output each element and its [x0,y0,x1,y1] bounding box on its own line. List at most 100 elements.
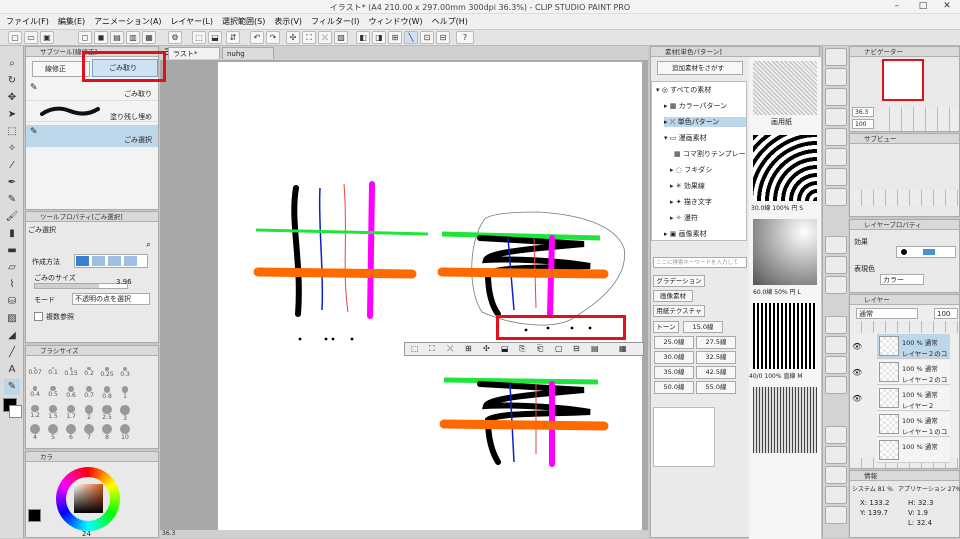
brush-size-cell[interactable]: 1.2 [26,405,44,419]
line-tool-icon[interactable]: ╱ [4,345,20,361]
eyedropper-icon[interactable]: ⁄ [4,158,20,174]
help-icon[interactable]: ? [456,31,474,44]
dock-material-icon[interactable] [825,168,847,186]
brush-size-cell[interactable]: 2 [80,405,98,421]
undo-icon[interactable]: ↶ [250,31,264,44]
dock-timeline-icon[interactable] [825,316,847,334]
navigator-zoom-field[interactable]: 36.3 [852,107,874,117]
tag-15-line[interactable]: 15.0線 [683,321,723,333]
mode-selector[interactable] [74,254,148,268]
brush-size-cell[interactable]: 0.5 [44,386,62,398]
open-icon[interactable]: ▭ [24,31,38,44]
multi-ref-checkbox[interactable] [34,312,43,321]
fill-tool-icon[interactable]: ⛁ [4,294,20,310]
canvas-area[interactable]: ⬚ ⛶ ⤫ ⊞ ✣ ⬓ ⎘ ⎗ ▢ ⊟ ▤ ▦ [160,60,648,530]
menu-filter[interactable]: フィルター(I) [311,16,359,27]
maximize-button[interactable]: □ [910,0,936,14]
saturation-box[interactable] [74,484,103,513]
eraser-tool-icon[interactable]: ▱ [4,260,20,276]
color-icon[interactable]: ▦ [142,31,156,44]
canvas-page[interactable] [218,62,642,530]
gradient-tool-icon[interactable]: ▨ [4,311,20,327]
dock-history-icon[interactable] [825,148,847,166]
dock-extra-icon[interactable] [825,466,847,484]
thumbnail-dot-tone[interactable] [753,219,817,285]
menu-file[interactable]: ファイル(F) [6,16,49,27]
line-tag-button[interactable]: 42.5線 [696,366,736,379]
launcher-crop-icon[interactable]: ⛶ [429,344,435,354]
line-tag-button[interactable]: 25.0線 [654,336,694,349]
tag-image[interactable]: 画像素材 [653,290,693,302]
dock-extra-icon[interactable] [825,446,847,464]
brush-size-cell[interactable]: 0.8 [98,386,116,400]
transform-icon[interactable]: ⬚ [192,31,206,44]
pencil-tool-icon[interactable]: ✎ [4,192,20,208]
tab-nuhg[interactable]: nuhg [222,47,274,59]
mask-icon[interactable]: ◧ [356,31,370,44]
brush-size-cell[interactable]: 0.15 [62,367,80,377]
list-item-selected[interactable]: ✎ ごみ選択 [26,125,158,147]
dock-extra-icon[interactable] [825,486,847,504]
tree-item-manga[interactable]: ▾ ▭ 漫画素材 [664,133,707,143]
brush-size-cell[interactable]: 0.1 [44,367,62,376]
rotate-tool-icon[interactable]: ↻ [4,73,20,89]
thumbnail-line-tone[interactable] [753,303,817,369]
line-tag-button[interactable]: 35.0線 [654,366,694,379]
launcher-paste-icon[interactable]: ⎗ [537,344,543,354]
selection-mode-dropdown[interactable]: 不透明の点を選択 [72,293,150,305]
dock-brush-icon[interactable] [825,108,847,126]
dock-animation-icon[interactable] [825,256,847,274]
tree-item-effect-line[interactable]: ▸ ✳ 効果線 [670,181,705,191]
brush-size-cell[interactable]: 8 [98,424,116,441]
move-tool-icon[interactable]: ✥ [4,90,20,106]
brush-size-cell[interactable]: 0.7 [80,386,98,399]
correct-line-tool-icon[interactable]: ✎ [4,379,20,395]
brush-size-cell[interactable]: 0.2 [80,367,98,377]
layer-row[interactable]: 100 % 通常 レイヤー２ [877,386,950,411]
mode-option-icon[interactable] [108,256,121,266]
magic-wand-icon[interactable]: ✧ [4,141,20,157]
tag-paper-texture[interactable]: 用紙テクスチャ [653,305,705,317]
menu-help[interactable]: ヘルプ(H) [432,16,468,27]
list-item[interactable]: ✎ ごみ取り [26,81,158,101]
brush-size-cell[interactable]: 2.5 [98,405,116,421]
add-material-button[interactable]: 追加素材をさがす [657,61,743,75]
size-slider[interactable] [34,283,128,289]
launcher-clear-icon[interactable]: ▢ [555,344,563,353]
sub-color-swatch[interactable] [9,405,22,418]
new-icon[interactable]: ▢ [8,31,22,44]
dock-navigator-icon[interactable] [825,48,847,66]
layer-row[interactable]: 100 % 通常レイヤー２のコピー [877,360,950,394]
launcher-transform-icon[interactable]: ✣ [483,344,490,353]
flip-icon[interactable]: ⇵ [226,31,240,44]
main-color-swatch[interactable] [28,509,41,522]
opacity-field[interactable]: 100 [934,308,958,319]
launcher-scale-icon[interactable]: ⬓ [501,344,509,353]
layer-row[interactable]: 100 % 通常レイヤー２のコピー２ [877,334,950,368]
brush-size-cell[interactable]: 0.07 [26,367,44,376]
dock-subview-icon[interactable] [825,68,847,86]
launcher-settings-icon[interactable]: ▦ [619,344,627,353]
launcher-invert-icon[interactable]: ⤫ [447,344,453,354]
dock-extra-icon[interactable] [825,506,847,524]
text-tool-icon[interactable]: A [4,362,20,378]
launcher-deselect-icon[interactable]: ⬚ [411,344,419,353]
brush-size-cell[interactable]: 7 [80,424,98,441]
menu-layer[interactable]: レイヤー(L) [171,16,213,27]
clear-outside-icon[interactable]: ◼ [94,31,108,44]
menu-animation[interactable]: アニメーション(A) [94,16,161,27]
select-all-icon[interactable]: ✣ [286,31,300,44]
mode-option-icon[interactable] [76,256,89,266]
tag-tone[interactable]: トーン [653,321,679,333]
line-tag-button[interactable]: 50.0線 [654,381,694,394]
menu-edit[interactable]: 編集(E) [58,16,85,27]
thumbnail-concentric[interactable] [753,135,817,201]
tree-item-sound-text[interactable]: ▸ ✦ 描き文字 [670,197,712,207]
line-tag-button[interactable]: 30.0線 [654,351,694,364]
dock-quick-access-icon[interactable] [825,376,847,394]
layer-option-icons[interactable] [850,321,959,333]
tab-illust[interactable]: ラスト* [168,47,220,59]
dock-layer-icon[interactable] [825,188,847,206]
thumbnail-gradient-tone[interactable] [753,387,817,453]
zoom-tool-icon[interactable]: ⌕ [4,56,20,72]
